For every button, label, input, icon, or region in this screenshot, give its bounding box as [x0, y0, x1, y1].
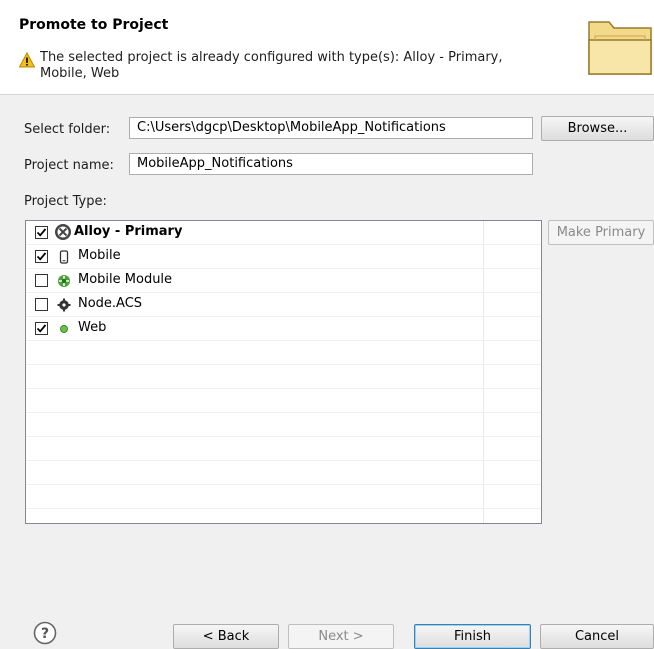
browse-button[interactable]: Browse... [541, 116, 654, 141]
checkbox-mobile-module[interactable] [35, 274, 48, 287]
mobile-module-icon [58, 275, 70, 287]
finish-button[interactable]: Finish [414, 624, 531, 649]
empty-row [26, 461, 541, 485]
alloy-icon [55, 224, 71, 240]
node-acs-icon [57, 298, 71, 312]
checkbox-alloy[interactable] [35, 226, 48, 239]
warning-message-line1: The selected project is already configur… [40, 50, 503, 65]
project-type-label: Project Type: [24, 194, 107, 209]
empty-row [26, 389, 541, 413]
select-folder-label: Select folder: [24, 122, 111, 137]
list-item-web[interactable]: Web [26, 317, 541, 341]
next-button[interactable]: Next > [288, 624, 394, 649]
empty-row [26, 413, 541, 437]
empty-row [26, 437, 541, 461]
list-item-label: Alloy - Primary [74, 224, 183, 239]
checkbox-node-acs[interactable] [35, 298, 48, 311]
dialog-title: Promote to Project [19, 17, 169, 33]
web-icon [60, 325, 68, 333]
project-name-input[interactable]: MobileApp_Notifications [129, 153, 533, 175]
list-item-alloy[interactable]: Alloy - Primary [26, 221, 541, 245]
list-item-node-acs[interactable]: Node.ACS [26, 293, 541, 317]
folder-icon [588, 21, 652, 75]
warning-message: The selected project is already configur… [40, 50, 540, 82]
back-button[interactable]: < Back [173, 624, 279, 649]
checkbox-web[interactable] [35, 322, 48, 335]
checkbox-mobile[interactable] [35, 250, 48, 263]
dialog-header: Promote to Project The selected project … [0, 0, 654, 95]
list-item-label: Mobile [78, 248, 121, 263]
make-primary-button[interactable]: Make Primary [548, 220, 654, 245]
svg-text:?: ? [41, 626, 49, 642]
select-folder-input[interactable]: C:\Users\dgcp\Desktop\MobileApp_Notifica… [129, 117, 533, 139]
cancel-button[interactable]: Cancel [540, 624, 654, 649]
project-type-list[interactable]: Alloy - Primary Mobile Mobile Module Nod… [25, 220, 542, 524]
warning-message-line2: Mobile, Web [40, 66, 120, 81]
list-item-mobile[interactable]: Mobile [26, 245, 541, 269]
project-name-label: Project name: [24, 158, 114, 173]
list-item-label: Node.ACS [78, 296, 143, 311]
list-item-mobile-module[interactable]: Mobile Module [26, 269, 541, 293]
mobile-icon [59, 250, 69, 264]
empty-row [26, 485, 541, 509]
empty-row [26, 365, 541, 389]
list-item-label: Mobile Module [78, 272, 173, 287]
warning-icon [19, 52, 35, 68]
help-icon[interactable]: ? [33, 621, 57, 645]
list-item-label: Web [78, 320, 107, 335]
empty-row [26, 341, 541, 365]
